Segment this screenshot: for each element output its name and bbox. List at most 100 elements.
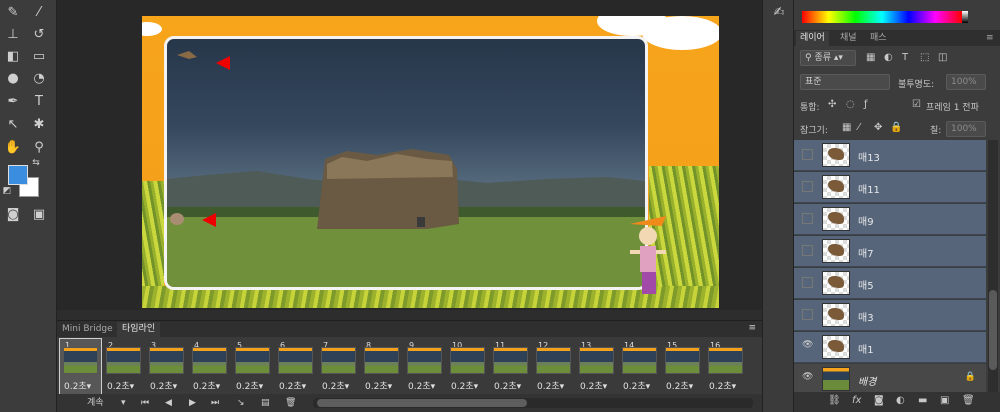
frame-delay[interactable]: 0.2초▾ [408, 379, 435, 392]
loop-dropdown-icon[interactable]: ▾ [121, 397, 126, 410]
screen-mode-icon[interactable]: ▣ [30, 206, 48, 224]
tab-layers[interactable]: 레이어 [796, 31, 829, 46]
tool-presets-icon[interactable]: ✍ [770, 4, 788, 22]
layer-row[interactable]: 매7 [794, 236, 986, 267]
timeline-frame[interactable]: 6 0.2초▾ [275, 339, 316, 394]
lock-position-icon[interactable]: ✥ [874, 122, 882, 133]
timeline-frame[interactable]: 13 0.2초▾ [576, 339, 617, 394]
filter-pixel-icon[interactable]: ▦ [866, 52, 875, 63]
layer-row[interactable]: 매13 [794, 140, 986, 171]
frame-delay[interactable]: 0.2초▾ [365, 379, 392, 392]
layer-row[interactable]: 매3 [794, 300, 986, 331]
frame-delay[interactable]: 0.2초▾ [537, 379, 564, 392]
mask-icon[interactable]: ◙ [874, 395, 884, 406]
timeline-frame[interactable]: 11 0.2초▾ [490, 339, 531, 394]
timeline-scroll-thumb[interactable] [317, 399, 527, 407]
unify-visibility-icon[interactable]: ◌ [846, 99, 855, 110]
gradient-icon[interactable]: ▭ [30, 48, 48, 66]
custom-shape-icon[interactable]: ✱ [30, 116, 48, 134]
path-select-icon[interactable]: ↖ [4, 116, 22, 134]
frame-delay[interactable]: 0.2초▾ [623, 379, 650, 392]
dodge-icon[interactable]: ◔ [30, 70, 48, 88]
frame-delay[interactable]: 0.2초▾ [64, 379, 91, 392]
filter-smart-icon[interactable]: ◫ [938, 52, 947, 63]
next-frame-icon[interactable]: ⏭ [211, 397, 219, 410]
document-canvas[interactable] [142, 16, 719, 308]
first-frame-icon[interactable]: ⏮ [141, 397, 149, 410]
layer-row[interactable]: 매9 [794, 204, 986, 235]
hand-icon[interactable]: ✋ [4, 139, 22, 157]
timeline-frame[interactable]: 1 0.2초▾ [59, 338, 102, 395]
color-spectrum[interactable] [802, 11, 962, 23]
timeline-scrollbar[interactable] [313, 398, 753, 408]
swap-colors-icon[interactable]: ⇆ [31, 158, 41, 168]
eye-icon[interactable]: 👁 [802, 341, 813, 352]
visibility-toggle[interactable] [802, 181, 813, 192]
timeline-frame[interactable]: 7 0.2초▾ [318, 339, 359, 394]
timeline-frame[interactable]: 8 0.2초▾ [361, 339, 402, 394]
frame-delay[interactable]: 0.2초▾ [451, 379, 478, 392]
fill-input[interactable]: 100% [946, 121, 986, 137]
panel-menu-icon[interactable]: ≡ [982, 31, 998, 46]
layer-row[interactable]: 👁 배경 🔒 [794, 364, 986, 395]
timeline-frame[interactable]: 4 0.2초▾ [189, 339, 230, 394]
filter-shape-icon[interactable]: ⬚ [920, 52, 929, 63]
timeline-frame[interactable]: 14 0.2초▾ [619, 339, 660, 394]
timeline-frame[interactable]: 5 0.2초▾ [232, 339, 273, 394]
lock-pixels-icon[interactable]: ▦ [842, 122, 851, 133]
visibility-toggle[interactable] [802, 213, 813, 224]
frame-delay[interactable]: 0.2초▾ [666, 379, 693, 392]
tween-icon[interactable]: ↘ [237, 397, 245, 410]
play-icon[interactable]: ▶ [189, 397, 196, 410]
filter-kind-select[interactable]: ⚲ 종류 ▴▾ [800, 50, 856, 66]
frame-delay[interactable]: 0.2초▾ [709, 379, 736, 392]
group-icon[interactable]: ▬ [918, 395, 927, 406]
fx-icon[interactable]: fx [852, 395, 861, 406]
layer-row[interactable]: 매11 [794, 172, 986, 203]
frame-delay[interactable]: 0.2초▾ [322, 379, 349, 392]
stamp-icon[interactable]: ⊥ [4, 26, 22, 44]
new-layer-icon[interactable]: ▣ [940, 395, 949, 406]
duplicate-frame-icon[interactable]: ▤ [261, 397, 270, 410]
text-tool-icon[interactable]: T [30, 93, 48, 111]
foreground-color-swatch[interactable] [8, 165, 28, 185]
blend-mode-select[interactable]: 표준 [800, 74, 890, 90]
brush-icon[interactable]: ⁄ [30, 4, 48, 22]
visibility-toggle[interactable] [802, 277, 813, 288]
lock-paint-icon[interactable]: ⁄ [858, 122, 860, 133]
frame-delay[interactable]: 0.2초▾ [236, 379, 263, 392]
quick-mask-icon[interactable]: ◙ [4, 206, 22, 224]
timeline-frame[interactable]: 12 0.2초▾ [533, 339, 574, 394]
eraser-icon[interactable]: ◧ [4, 48, 22, 66]
default-colors-icon[interactable]: ◩ [2, 186, 12, 196]
zoom-icon[interactable]: ⚲ [30, 139, 48, 157]
timeline-frame[interactable]: 15 0.2초▾ [662, 339, 703, 394]
frame-delay[interactable]: 0.2초▾ [580, 379, 607, 392]
timeline-frame[interactable]: 2 0.2초▾ [103, 339, 144, 394]
trash-icon[interactable]: 🗑 [962, 395, 975, 406]
filter-adjust-icon[interactable]: ◐ [884, 52, 893, 63]
canvas-area[interactable] [57, 0, 762, 310]
tab-channels[interactable]: 채널 [836, 31, 861, 46]
timeline-frame[interactable]: 9 0.2초▾ [404, 339, 445, 394]
layers-scroll-thumb[interactable] [989, 290, 997, 370]
frame-delay[interactable]: 0.2초▾ [279, 379, 306, 392]
layer-row[interactable]: 👁 매1 [794, 332, 986, 363]
loop-select[interactable]: 계속 [87, 397, 104, 410]
frame-delay[interactable]: 0.2초▾ [494, 379, 521, 392]
unify-style-icon[interactable]: ƒ [864, 99, 868, 110]
history-brush-icon[interactable]: ↺ [30, 26, 48, 44]
blur-icon[interactable]: ● [4, 70, 22, 88]
frame-delay[interactable]: 0.2초▾ [193, 379, 220, 392]
prev-frame-icon[interactable]: ◀ [165, 397, 172, 410]
link-icon[interactable]: ⛓ [828, 395, 841, 406]
eye-icon[interactable]: 👁 [802, 373, 813, 384]
pen-icon[interactable]: ✒ [4, 93, 22, 111]
layer-row[interactable]: 매5 [794, 268, 986, 299]
adjustment-icon[interactable]: ◐ [896, 395, 905, 406]
visibility-toggle[interactable] [802, 149, 813, 160]
filter-type-icon[interactable]: T [902, 52, 908, 63]
timeline-frame[interactable]: 16 0.2초▾ [705, 339, 746, 394]
timeline-frame[interactable]: 10 0.2초▾ [447, 339, 488, 394]
frame-delay[interactable]: 0.2초▾ [107, 379, 134, 392]
